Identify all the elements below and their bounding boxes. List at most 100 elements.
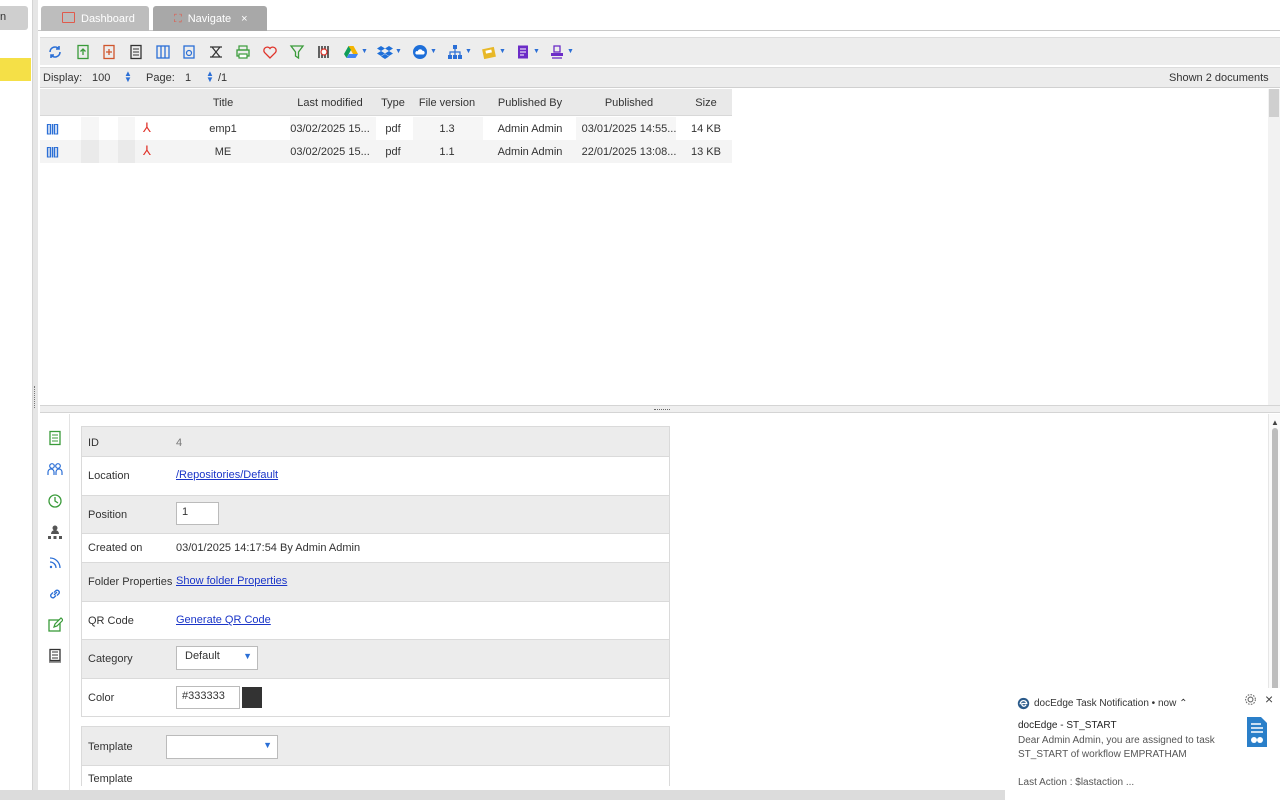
cell-published: 03/01/2025 14:55...	[581, 123, 677, 135]
chevron-down-icon: ▼	[263, 740, 272, 750]
scrollbar-thumb[interactable]	[1269, 89, 1279, 117]
template-row: Template ▼	[81, 726, 670, 766]
tab-bar: Dashboard ⛶ Navigate ×	[38, 4, 1280, 31]
folder-properties-label: Folder Properties	[88, 576, 173, 588]
folder-properties-row: Folder Properties Show folder Properties	[81, 563, 670, 602]
color-input[interactable]: #333333	[176, 686, 240, 709]
horizontal-splitter[interactable]	[40, 405, 1280, 413]
id-label: ID	[88, 437, 99, 449]
task-notification[interactable]: docEdge Task Notification • now ⌃ × docE…	[1008, 688, 1280, 800]
print-icon[interactable]	[235, 43, 251, 60]
location-link[interactable]: /Repositories/Default	[176, 469, 278, 481]
cell-title[interactable]: emp1	[209, 123, 237, 135]
workflow-user-icon[interactable]	[47, 524, 63, 540]
table-row[interactable]: [|||] ⅄ ME 03/02/2025 15... pdf 1.1 Admi…	[40, 140, 732, 163]
merge-icon[interactable]	[208, 43, 224, 60]
location-label: Location	[88, 470, 130, 482]
archive-icon[interactable]	[128, 43, 144, 60]
category-row: Category Default ▼	[81, 640, 670, 679]
tab-close-icon[interactable]: ×	[241, 13, 247, 25]
horizontal-scrollbar[interactable]	[0, 790, 1005, 800]
page-label: Page:	[146, 72, 175, 84]
scroll-up-icon[interactable]: ▲	[1271, 418, 1279, 427]
detail-tabs	[40, 414, 70, 794]
favorite-icon[interactable]	[262, 43, 278, 60]
history-icon[interactable]	[47, 493, 63, 509]
grid-scrollbar[interactable]	[1268, 89, 1280, 405]
cell-title[interactable]: ME	[215, 146, 232, 158]
filter-icon[interactable]	[289, 43, 305, 60]
notification-app: docEdge Task Notification • now ⌃	[1034, 698, 1188, 709]
display-stepper-icon[interactable]: ▲ ▼	[124, 70, 132, 84]
page-value[interactable]: 1	[185, 72, 191, 84]
sidebar-top-tab[interactable]: n	[0, 6, 28, 30]
splitter-grip[interactable]	[654, 409, 670, 410]
workflow-icon[interactable]: ▼	[447, 43, 472, 60]
notification-body: Dear Admin Admin, you are assigned to ta…	[1018, 735, 1215, 760]
upload-icon[interactable]	[75, 43, 91, 60]
display-value[interactable]: 100	[92, 72, 110, 84]
scrollbar-thumb[interactable]	[1272, 428, 1278, 698]
chevron-down-icon: ▼	[243, 651, 252, 661]
col-size[interactable]: Size	[695, 97, 716, 109]
id-value: 4	[176, 437, 183, 449]
color-swatch[interactable]	[242, 687, 262, 708]
sidebar-selected-item[interactable]	[0, 58, 31, 81]
add-document-icon[interactable]	[101, 43, 117, 60]
security-icon[interactable]	[47, 461, 63, 477]
stamp-icon[interactable]: ▼	[549, 43, 574, 60]
show-folder-properties-link[interactable]: Show folder Properties	[176, 575, 287, 587]
tab-navigate[interactable]: ⛶ Navigate ×	[153, 6, 267, 31]
col-type[interactable]: Type	[381, 97, 405, 109]
cloud-icon[interactable]: ▼	[412, 43, 437, 60]
col-published[interactable]: Published	[605, 97, 653, 109]
office-icon[interactable]: ▼	[515, 43, 540, 60]
close-icon[interactable]: ×	[1265, 691, 1273, 707]
barcode-settings-icon[interactable]	[316, 43, 332, 60]
chevron-down-icon: ▼	[395, 48, 402, 55]
tab-dashboard-label: Dashboard	[81, 13, 135, 25]
page-total: /1	[218, 72, 228, 84]
table-row[interactable]: [|||] ⅄ emp1 03/02/2025 15... pdf 1.3 Ad…	[40, 117, 732, 140]
generate-qr-code-link[interactable]: Generate QR Code	[176, 614, 271, 626]
gear-icon[interactable]	[1244, 693, 1257, 706]
document-icon	[1247, 717, 1267, 747]
chevron-down-icon: ▼	[430, 48, 437, 55]
cell-type: pdf	[385, 146, 401, 158]
col-title[interactable]: Title	[213, 97, 233, 109]
barcode-icon[interactable]: [|||]	[46, 146, 59, 158]
scan-icon[interactable]	[181, 43, 197, 60]
category-value: Default	[185, 650, 220, 662]
col-file-version[interactable]: File version	[419, 97, 475, 109]
page-stepper-icon[interactable]: ▲ ▼	[206, 70, 214, 84]
position-value: 1	[182, 506, 189, 518]
position-input[interactable]: 1	[176, 502, 219, 525]
template2-row: Template	[81, 766, 670, 786]
notes-icon[interactable]	[47, 648, 63, 664]
zip-icon[interactable]: ▼	[481, 43, 506, 60]
barcode-icon[interactable]: [|||]	[46, 123, 59, 135]
rss-icon[interactable]	[47, 555, 63, 571]
vertical-splitter[interactable]	[33, 0, 38, 800]
color-label: Color	[88, 692, 115, 704]
splitter-grip[interactable]	[34, 386, 36, 408]
col-last-modified[interactable]: Last modified	[297, 97, 362, 109]
created-value: 03/01/2025 14:17:54 By Admin Admin	[176, 542, 361, 554]
template-select[interactable]: ▼	[166, 735, 278, 759]
document-properties-icon[interactable]	[47, 430, 63, 446]
documents-grid: Title Last modified Type File version Pu…	[40, 89, 1268, 405]
google-drive-icon[interactable]: ▼	[343, 43, 368, 60]
link-icon[interactable]	[47, 586, 63, 602]
edit-icon[interactable]	[47, 617, 63, 633]
sidebar-top-label: n	[0, 11, 7, 23]
col-published-by[interactable]: Published By	[498, 97, 562, 109]
notification-title: docEdge - ST_START	[1018, 720, 1117, 731]
dropbox-icon[interactable]: ▼	[377, 43, 402, 60]
qr-code-row: QR Code Generate QR Code	[81, 602, 670, 640]
category-label: Category	[88, 653, 133, 665]
tab-dashboard[interactable]: Dashboard	[41, 6, 149, 31]
edge-icon	[1017, 697, 1030, 710]
refresh-icon[interactable]	[47, 43, 63, 60]
columns-icon[interactable]	[155, 43, 171, 60]
category-select[interactable]: Default ▼	[176, 646, 258, 670]
